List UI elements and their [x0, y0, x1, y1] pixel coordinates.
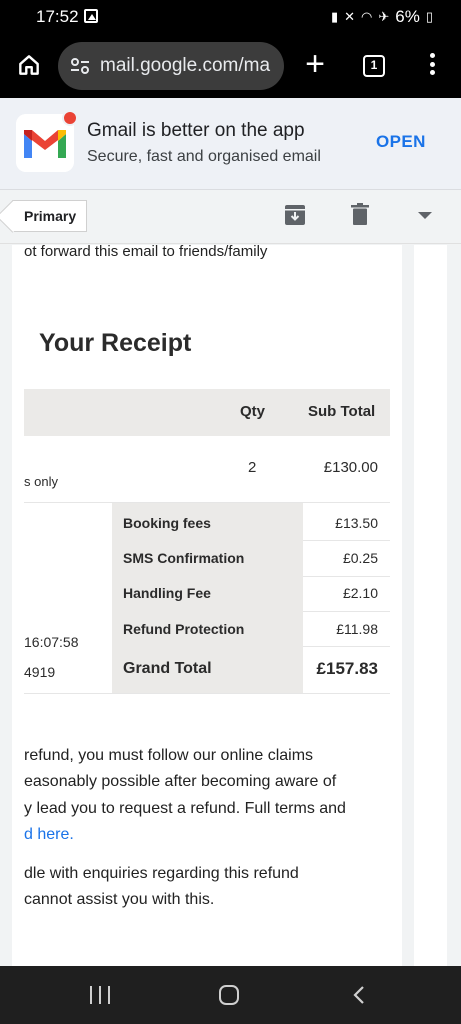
email-body-area: ot forward this email to friends/family …: [0, 245, 461, 966]
grand-total-label: Grand Total: [123, 660, 212, 677]
col-qty-header: Qty: [240, 403, 266, 420]
divider: [303, 540, 390, 541]
battery-icon: ▯: [425, 9, 433, 24]
banner-title: Gmail is better on the app: [87, 120, 305, 141]
open-app-button[interactable]: OPEN: [376, 132, 426, 152]
battery-saver-icon: ▮: [330, 9, 339, 24]
col-subtotal-header: Sub Total: [308, 403, 376, 420]
image-notification-icon: [84, 9, 98, 23]
divider: [303, 611, 390, 612]
fee-value-handling: £2.10: [342, 585, 378, 601]
divider: [24, 693, 390, 694]
fee-value-sms: £0.25: [342, 550, 378, 566]
terms-link[interactable]: d here.: [24, 826, 74, 844]
receipt-title: Your Receipt: [39, 329, 192, 357]
banner-subtitle: Secure, fast and organised email: [87, 148, 321, 165]
fee-value-booking: £13.50: [335, 515, 378, 531]
status-time: 17:52: [36, 7, 79, 26]
ticket-qty: 2: [248, 459, 257, 476]
back-icon[interactable]: [352, 985, 366, 1005]
primary-label-text: Primary: [24, 208, 77, 224]
enquiry-paragraph-line: cannot assist you with this.: [24, 891, 215, 908]
primary-label-tag[interactable]: Primary: [12, 200, 88, 232]
booking-time: 16:07:58: [24, 634, 79, 650]
airplane-icon: ✈: [378, 9, 390, 24]
recent-apps-icon[interactable]: [90, 986, 110, 1004]
status-icons: ▮ ✕ ◠ ✈ 6% ▯: [331, 7, 433, 27]
fee-label-booking: Booking fees: [123, 515, 211, 531]
home-icon[interactable]: [16, 52, 42, 78]
divider: [303, 646, 390, 647]
ticket-subtotal: £130.00: [323, 459, 378, 476]
enquiry-paragraph-line: dle with enquiries regarding this refund: [24, 865, 299, 882]
notification-dot: [62, 110, 78, 126]
wifi-icon: ◠: [361, 9, 373, 24]
refund-paragraph-line: y lead you to request a refund. Full ter…: [24, 800, 346, 817]
browser-toolbar: mail.google.com/ma + 1: [0, 34, 461, 98]
address-bar[interactable]: mail.google.com/ma: [58, 42, 284, 90]
email-body: ot forward this email to friends/family …: [12, 245, 402, 966]
email-toolbar: Primary: [0, 190, 461, 244]
new-tab-button[interactable]: +: [302, 47, 328, 81]
battery-percent: 6%: [395, 7, 420, 26]
fee-value-refund-protection: £11.98: [336, 621, 378, 637]
fee-label-refund-protection: Refund Protection: [123, 621, 245, 637]
booking-reference: 4919: [24, 664, 56, 680]
more-menu-icon[interactable]: [426, 53, 438, 79]
ticket-description: s only: [24, 474, 58, 489]
home-nav-icon[interactable]: [219, 985, 239, 1005]
url-text: mail.google.com/ma: [100, 55, 271, 76]
chevron-down-icon[interactable]: [418, 212, 432, 219]
refund-paragraph-line: easonably possible after becoming aware …: [24, 773, 337, 790]
site-settings-icon[interactable]: [68, 54, 92, 78]
archive-icon[interactable]: [284, 204, 306, 226]
refund-paragraph-line: refund, you must follow our online claim…: [24, 747, 314, 764]
delete-icon[interactable]: [351, 203, 369, 225]
mute-icon: ✕: [344, 9, 356, 24]
fee-label-sms: SMS Confirmation: [123, 550, 245, 566]
system-nav-bar: [0, 966, 461, 1024]
tab-switcher-button[interactable]: 1: [363, 55, 385, 77]
adjacent-panel: [414, 245, 447, 966]
app-promo-banner: Gmail is better on the app Secure, fast …: [0, 98, 461, 190]
forward-warning-text: ot forward this email to friends/family: [24, 245, 268, 260]
divider: [303, 576, 390, 577]
fee-label-handling: Handling Fee: [123, 585, 211, 601]
grand-total-value: £157.83: [316, 659, 378, 678]
status-bar: 17:52 ▮ ✕ ◠ ✈ 6% ▯: [0, 0, 461, 34]
